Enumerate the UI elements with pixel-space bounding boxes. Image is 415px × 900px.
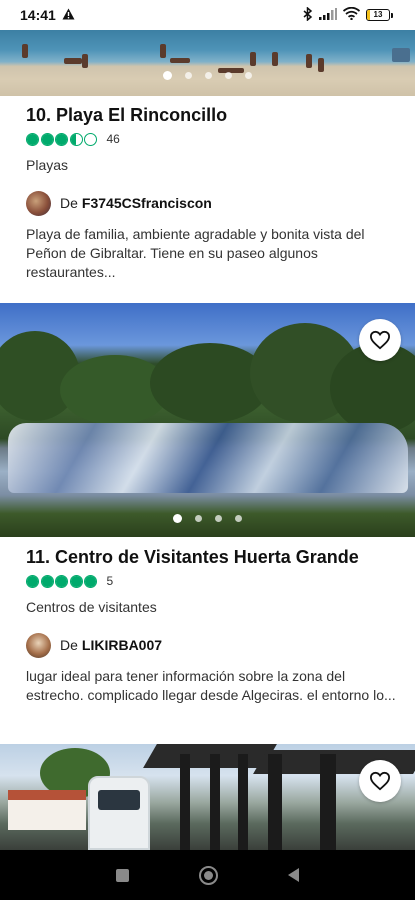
author-name[interactable]: F3745CSfranciscon — [82, 195, 212, 211]
listing-card[interactable]: 11. Centro de Visitantes Huerta Grande 5… — [26, 546, 396, 705]
beach-scene — [0, 44, 415, 74]
author-prefix: De — [60, 195, 78, 211]
listing-title[interactable]: 11. Centro de Visitantes Huerta Grande — [26, 546, 396, 568]
recents-square-icon[interactable] — [116, 868, 129, 882]
listing-photo-carousel[interactable] — [0, 30, 415, 96]
rating-bubble — [69, 574, 83, 588]
rating-bubble — [55, 132, 68, 146]
review-snippet: Playa de familia, ambiente agradable y b… — [26, 226, 365, 280]
rating-bubbles — [26, 574, 99, 588]
pagination-dot[interactable] — [195, 515, 202, 522]
rating-bubbles — [26, 132, 99, 146]
review-count: 46 — [106, 132, 120, 146]
avatar — [26, 632, 51, 658]
rating-bubble — [69, 132, 83, 146]
listing-photo-carousel[interactable] — [0, 744, 415, 850]
pagination-dot[interactable] — [235, 515, 242, 522]
rating-bubble — [55, 574, 68, 588]
review-author[interactable]: De F3745CSfranciscon — [26, 190, 396, 216]
listing-photo-carousel[interactable] — [0, 303, 415, 537]
pagination-dot[interactable] — [205, 72, 212, 79]
platform-pillar — [320, 754, 336, 850]
wifi-icon — [342, 6, 361, 23]
review-snippet: lugar ideal para tener información sobre… — [26, 668, 396, 703]
heart-icon — [369, 330, 391, 350]
listing-title[interactable]: 10. Playa El Rinconcillo — [26, 104, 396, 126]
rating-bubble — [84, 574, 97, 588]
system-nav-bar — [0, 850, 415, 900]
platform-pillar — [238, 754, 248, 850]
rating-row: 46 — [26, 132, 396, 146]
train — [88, 776, 150, 850]
photo-pagination-dots — [0, 71, 415, 80]
rating-bubble — [84, 132, 97, 146]
bluetooth-icon — [303, 5, 313, 24]
pagination-dot[interactable] — [173, 514, 182, 523]
photo-pagination-dots — [0, 514, 415, 523]
listing-category: Centros de visitantes — [26, 599, 157, 615]
rating-bubble — [26, 574, 39, 588]
listing-category: Playas — [26, 157, 69, 173]
rating-bubble — [26, 132, 39, 146]
status-bar: 14:41 13 — [0, 0, 415, 30]
pagination-dot[interactable] — [215, 515, 222, 522]
home-circle-icon[interactable] — [199, 865, 218, 885]
pagination-dot[interactable] — [225, 72, 232, 79]
save-heart-button[interactable] — [359, 760, 401, 802]
listing-card[interactable]: 10. Playa El Rinconcillo 46 Playas De F3… — [26, 104, 396, 282]
save-heart-button[interactable] — [359, 319, 401, 361]
rating-row: 5 — [26, 574, 396, 588]
back-triangle-icon[interactable] — [288, 868, 299, 882]
station-building — [8, 790, 86, 830]
battery-icon: 13 — [366, 9, 393, 21]
platform-pillar — [268, 754, 282, 850]
pagination-dot[interactable] — [245, 72, 252, 79]
avatar — [26, 190, 51, 216]
signal-icon — [319, 7, 337, 23]
status-time: 14:41 — [20, 7, 56, 23]
heart-icon — [369, 771, 391, 791]
pagination-dot[interactable] — [163, 71, 172, 80]
review-author[interactable]: De LIKIRBA007 — [26, 632, 396, 658]
review-count: 5 — [106, 574, 114, 588]
pagination-dot[interactable] — [185, 72, 192, 79]
battery-level: 13 — [373, 10, 383, 19]
platform-pillar — [210, 754, 220, 850]
rating-bubble — [40, 574, 54, 588]
rating-bubble — [40, 132, 54, 146]
platform-pillar — [180, 754, 190, 850]
mosaic-bench — [8, 423, 408, 493]
author-prefix: De — [60, 637, 78, 653]
author-name[interactable]: LIKIRBA007 — [82, 637, 162, 653]
alert-icon — [62, 7, 75, 23]
